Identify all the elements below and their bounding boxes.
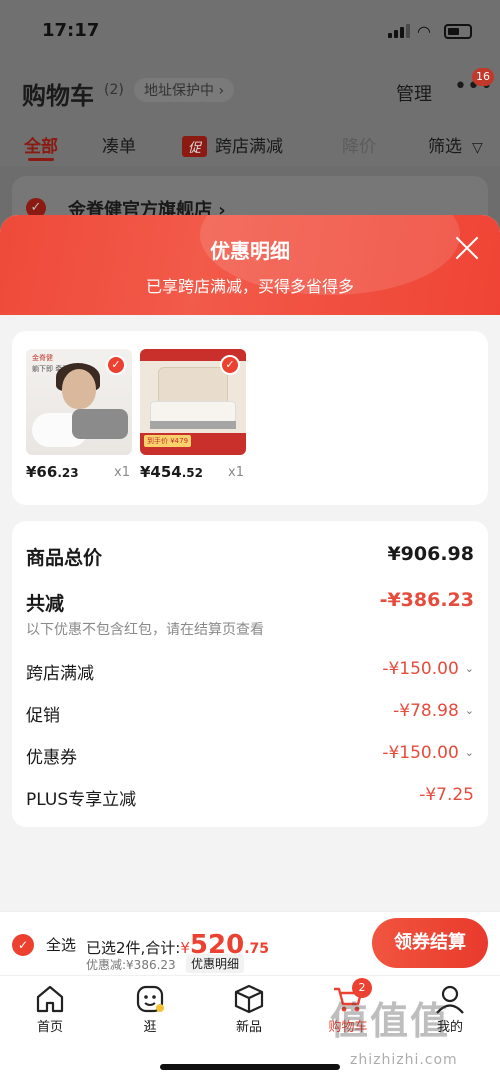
discount-amount: -¥150.00 <box>382 743 459 763</box>
discount-value: -¥150.00 ⌄ <box>382 743 474 763</box>
image-mattress-base <box>150 421 236 429</box>
discount-label: PLUS专享立减 <box>26 790 137 810</box>
watermark-url: zhizhizhi.com <box>350 1052 458 1068</box>
price-dec: .52 <box>181 466 204 480</box>
tab-combine[interactable]: 凑单 <box>102 132 136 157</box>
status-bar: 17:17 ◠ <box>0 0 500 62</box>
tab-label: 逛 <box>143 1020 157 1035</box>
total-label: 商品总价 <box>26 547 103 569</box>
chevron-down-icon: ⌄ <box>464 704 474 717</box>
amount-dec: .75 <box>244 941 270 957</box>
cart-count: (2) <box>104 82 124 98</box>
image-pillow <box>72 409 128 439</box>
image-headboard <box>158 367 228 403</box>
page-title: 购物车 <box>22 82 94 110</box>
wifi-icon: ◠ <box>417 22 431 41</box>
chevron-down-icon: ⌄ <box>464 662 474 675</box>
product-qty: x1 <box>114 465 130 480</box>
discount-amount: -¥78.98 <box>393 701 459 721</box>
address-protect-chip[interactable]: 地址保护中 › <box>134 78 235 102</box>
discount-detail-link[interactable]: 优惠明细 <box>186 954 245 973</box>
discount-value: -¥78.98 ⌄ <box>393 701 474 721</box>
signal-icon <box>388 24 410 38</box>
sheet-header: 优惠明细 已享跨店满减，买得多省得多 <box>0 215 500 315</box>
discount-amount: -¥150.00 <box>382 659 459 679</box>
image-bottom-band: 到手价 ¥479 <box>140 433 246 455</box>
checkout-button[interactable]: 领券结算 <box>372 918 488 968</box>
funnel-icon: ▽ <box>472 140 483 156</box>
product-qty: x1 <box>228 465 244 480</box>
product-price: ¥66.23 <box>26 463 79 481</box>
cart-header: 购物车 (2) 地址保护中 › 管理 ••• 16 <box>0 62 500 120</box>
total-value: ¥906.98 <box>387 543 474 565</box>
selected-text: 已选2件,合计: <box>86 939 181 957</box>
image-mattress <box>150 401 236 423</box>
reduce-value: -¥386.23 <box>379 589 474 611</box>
chevron-right-icon: › <box>218 83 225 99</box>
discount-label: 优惠券 <box>26 748 77 768</box>
browse-icon <box>136 985 164 1013</box>
discount-value: -¥150.00 ⌄ <box>382 659 474 679</box>
price-dec: .23 <box>57 466 79 480</box>
status-time: 17:17 <box>42 20 100 41</box>
tab-cross-store[interactable]: 促跨店满减 <box>182 132 283 157</box>
product-checkbox[interactable]: ✓ <box>220 355 240 375</box>
tab-price-drop[interactable]: 降价 <box>342 132 376 157</box>
discount-value: -¥7.25 <box>419 785 474 805</box>
price-int: ¥454 <box>140 463 182 481</box>
tab-browse[interactable]: 逛 <box>120 984 180 1035</box>
tab-all[interactable]: 全部 <box>24 132 58 161</box>
close-icon[interactable] <box>452 233 482 263</box>
product-price: ¥454.52 <box>140 463 203 481</box>
saved-amount: 优惠减:¥386.23 <box>86 958 176 972</box>
sheet-subtitle: 已享跨店满减，买得多省得多 <box>145 277 354 296</box>
message-badge: 16 <box>472 68 494 86</box>
tab-cross-store-label: 跨店满减 <box>215 137 284 157</box>
manage-button[interactable]: 管理 <box>396 80 432 106</box>
discount-label: 促销 <box>26 706 60 726</box>
filter-bar: 全部 凑单 促跨店满减 降价 筛选 ▽ <box>0 120 500 166</box>
address-protect-label: 地址保护中 <box>144 83 214 99</box>
discount-detail-sheet: 优惠明细 已享跨店满减，买得多省得多 金脊健 躺下即 牵引拉伸 ✓ ¥66.23… <box>0 215 500 915</box>
checkout-bar: ✓ 全选 已选2件,合计:¥520.75 优惠减:¥386.23 优惠明细 领券… <box>0 911 500 975</box>
watermark-logo: 值值值 <box>330 999 451 1043</box>
price-badge: 到手价 ¥479 <box>144 435 192 447</box>
brand-logo: 金脊健 <box>32 354 53 362</box>
battery-icon <box>444 24 472 39</box>
product-list: 金脊健 躺下即 牵引拉伸 ✓ ¥66.23 x1 到手价 ¥479 ✓ ¥454… <box>12 331 488 505</box>
home-indicator[interactable] <box>160 1064 340 1070</box>
tab-home[interactable]: 首页 <box>20 984 80 1035</box>
filter-button[interactable]: 筛选 ▽ <box>428 132 483 157</box>
tab-label: 新品 <box>235 1020 262 1035</box>
sheet-title: 优惠明细 <box>210 239 290 263</box>
price-breakdown: 商品总价 ¥906.98 共减 -¥386.23 以下优惠不包含红包，请在结算页… <box>12 521 488 827</box>
select-all-checkbox[interactable]: ✓ <box>12 934 34 956</box>
home-icon <box>36 985 64 1013</box>
promo-tag: 促 <box>182 136 208 157</box>
price-int: ¥66 <box>26 463 58 481</box>
filter-label: 筛选 <box>428 137 462 157</box>
discount-note: 以下优惠不包含红包，请在结算页查看 <box>26 622 264 638</box>
chevron-down-icon: ⌄ <box>464 746 474 759</box>
image-head <box>62 369 96 409</box>
tab-label: 首页 <box>36 1020 63 1035</box>
box-icon <box>234 984 264 1014</box>
discount-label: 跨店满减 <box>26 664 94 684</box>
product-checkbox[interactable]: ✓ <box>106 355 126 375</box>
reduce-label: 共减 <box>26 593 65 615</box>
select-all-label[interactable]: 全选 <box>46 934 76 955</box>
tab-new[interactable]: 新品 <box>219 984 279 1035</box>
